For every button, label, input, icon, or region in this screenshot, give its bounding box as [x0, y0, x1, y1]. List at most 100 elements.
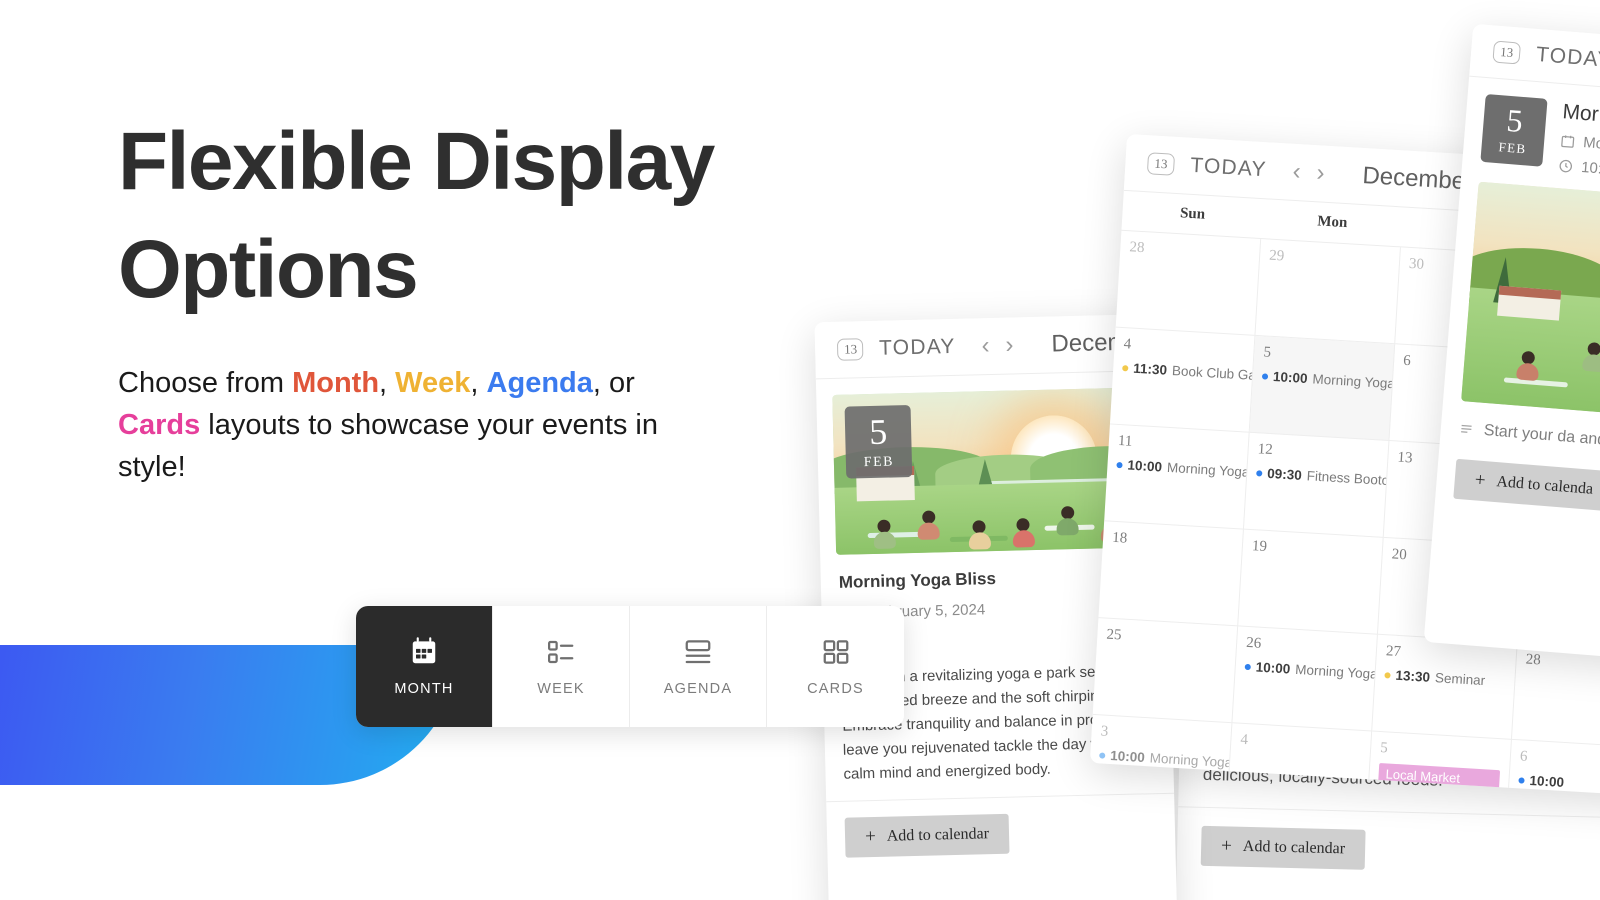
badge-month: FEB: [863, 453, 895, 470]
day-number: 28: [1525, 651, 1542, 669]
day-number: 4: [1239, 731, 1249, 749]
subtitle-sep-3: ,: [592, 367, 601, 399]
plus-icon: +: [864, 825, 877, 847]
today-chip[interactable]: 13: [836, 338, 864, 361]
chevron-left-icon[interactable]: ‹: [981, 332, 990, 359]
calendar-event[interactable]: 13:30 Seminar: [1384, 667, 1506, 689]
subtitle-word-week: Week: [395, 367, 471, 399]
calendar-day-cell[interactable]: 27 13:30 Seminar: [1372, 634, 1518, 740]
calendar-day-cell[interactable]: 5 10:00Morning Yoga Bliss: [1249, 335, 1396, 442]
tab-agenda[interactable]: AGENDA: [630, 606, 767, 727]
today-label[interactable]: TODAY: [879, 335, 956, 361]
calendar-event[interactable]: 10:00Morning Yoga Bliss: [1261, 368, 1395, 393]
event-name: Fitness Bootcamp: [1306, 468, 1390, 490]
subtitle-or: or: [609, 367, 635, 399]
today-label[interactable]: TODAY: [1190, 154, 1268, 182]
event-time: 10:00: [1127, 457, 1163, 475]
day-number: 19: [1251, 538, 1268, 555]
calendar-event[interactable]: 10:00Morning Yoga Bliss: [1244, 659, 1378, 684]
day-number: 12: [1257, 441, 1274, 459]
add-to-calendar-label: Add to calendar: [1242, 837, 1346, 858]
calendar-event[interactable]: 09:30 Fitness Bootcamp: [1256, 465, 1389, 490]
badge-month: FEB: [1497, 139, 1528, 157]
event-card-footer: + Add to calendar: [826, 792, 1176, 874]
calendar-icon: [409, 636, 439, 667]
clock-icon: [1559, 159, 1573, 173]
calendar-day-cell[interactable]: 18: [1098, 521, 1244, 627]
chevron-left-icon[interactable]: ‹: [1292, 158, 1302, 185]
day-number: 28: [1128, 239, 1145, 257]
subtitle-word-cards: Cards: [118, 409, 201, 442]
event-time-text: 10:: [1580, 158, 1600, 178]
page-title: Flexible Display Options: [118, 108, 838, 324]
calendar-day-cell[interactable]: 29: [1255, 239, 1401, 345]
cards-panel-header: 13 TODAY ‹ › December 20: [814, 313, 1178, 380]
calendar-day-cell[interactable]: 26 10:00Morning Yoga Bliss: [1232, 626, 1378, 732]
tab-cards[interactable]: CARDS: [767, 606, 904, 727]
calendar-outline-icon: [1561, 135, 1575, 148]
chevron-right-icon[interactable]: ›: [1005, 331, 1014, 358]
page-subtitle: Choose from Month, Week, Agenda, or Card…: [118, 362, 718, 488]
event-name: Morning Yoga Bliss: [1166, 459, 1250, 482]
tab-week[interactable]: WEEK: [493, 606, 630, 727]
calendar-day-cell[interactable]: 28: [1115, 230, 1262, 336]
event-time: 10:00: [1529, 772, 1565, 790]
figure-body: [1581, 354, 1600, 373]
calendar-day-cell[interactable]: 19: [1238, 529, 1384, 635]
today-chip[interactable]: 13: [1492, 40, 1522, 65]
event-time: 10:00: [1109, 748, 1146, 766]
chevron-right-icon[interactable]: ›: [1316, 159, 1326, 186]
event-dot-icon: [1099, 751, 1106, 759]
add-to-calendar-button[interactable]: + Add to calendar: [844, 813, 1010, 858]
event-illustration: [1461, 181, 1600, 425]
today-label[interactable]: TODAY: [1535, 43, 1600, 73]
today-chip[interactable]: 13: [1146, 152, 1176, 176]
event-time: 09:30: [1266, 465, 1303, 483]
detail-panel-footer: + Add to calenda: [1434, 439, 1600, 541]
calendar-day-cell[interactable]: 28: [1511, 643, 1600, 749]
figure-body: [1515, 361, 1540, 381]
event-name: Morning Yoga Bliss: [1294, 661, 1378, 684]
day-of-week-mon: Mon: [1316, 213, 1348, 232]
tab-month[interactable]: MONTH: [356, 606, 493, 727]
cards-grid-icon: [821, 637, 851, 667]
figure-body: [917, 522, 940, 541]
detail-event-info: Mor Mo 10:: [1558, 100, 1600, 178]
event-name: Book Club Gathering: [1171, 363, 1256, 386]
add-to-calendar-button[interactable]: + Add to calenda: [1453, 458, 1600, 512]
calendar-day-cell[interactable]: 25: [1092, 618, 1239, 724]
day-number: 25: [1105, 626, 1122, 644]
event-title: Mor: [1561, 100, 1600, 127]
calendar-event[interactable]: 10:00Morning Yoga Bliss: [1116, 457, 1250, 482]
day-number: 6: [1519, 748, 1528, 765]
calendar-day-cell[interactable]: 11 10:00Morning Yoga Bliss: [1104, 424, 1250, 530]
add-to-calendar-label: Add to calendar: [886, 824, 990, 845]
add-to-calendar-button[interactable]: + Add to calendar: [1200, 825, 1366, 870]
event-dot-icon: [1122, 364, 1129, 371]
calendar-day-cell[interactable]: 6 10:00: [1506, 739, 1600, 797]
event-time: 13:30: [1395, 667, 1431, 685]
event-name: Seminar: [1434, 670, 1486, 689]
nav-arrows: ‹ ›: [981, 331, 1014, 359]
add-to-calendar-label: Add to calenda: [1495, 473, 1594, 498]
event-date-text: Mo: [1582, 133, 1600, 153]
calendar-day-cell[interactable]: 4 11:30 Book Club Gathering: [1109, 327, 1256, 433]
event-name: Morning Yoga Bliss: [1312, 371, 1396, 393]
day-number: 5: [1262, 344, 1272, 361]
agenda-detail-panel: 13 TODAY 5 FEB Mor Mo 10: Start your da …: [1423, 23, 1600, 669]
pavilion-shape: [1497, 285, 1562, 321]
figure-body: [873, 531, 896, 550]
event-dot-icon: [1256, 469, 1263, 477]
figure-body: [968, 532, 991, 551]
badge-day: 5: [1505, 101, 1525, 139]
event-dot-icon: [1116, 461, 1123, 468]
figure-head: [1060, 505, 1075, 519]
calendar-event[interactable]: 11:30Book Club Gathering: [1122, 360, 1255, 385]
detail-event-row: 5 FEB Mor Mo 10:: [1462, 77, 1600, 193]
day-number: 29: [1268, 247, 1285, 265]
agenda-lines-icon: [683, 637, 713, 667]
event-time: 11:30: [1132, 360, 1168, 378]
calendar-day-cell[interactable]: 12 09:30 Fitness Bootcamp: [1243, 432, 1390, 538]
tab-label: AGENDA: [663, 680, 733, 697]
event-time-row: 10:: [1558, 157, 1600, 178]
